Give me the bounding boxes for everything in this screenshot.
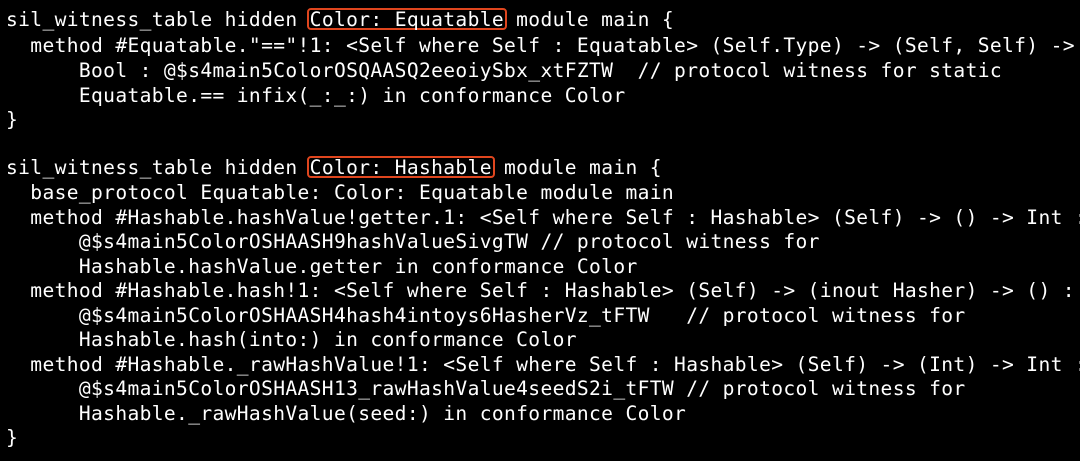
code-text: sil_witness_table hidden [6, 8, 310, 31]
code-line-3: Bool : @$s4main5ColorOSQAASQ2eeoiySbx_xt… [6, 59, 1003, 82]
code-line-10: @$s4main5ColorOSHAASH9hashValueSivgTW //… [6, 230, 820, 253]
code-line-17: Hashable._rawHashValue(seed:) in conform… [6, 402, 687, 425]
code-line-16: @$s4main5ColorOSHAASH13_rawHashValue4see… [6, 377, 966, 400]
code-text: module main { [491, 156, 662, 179]
code-line-5: } [6, 108, 19, 131]
code-line-9: method #Hashable.hashValue!getter.1: <Se… [6, 206, 1080, 229]
code-line-11: Hashable.hashValue.getter in conformance… [6, 255, 638, 278]
highlight-box-equatable: Color: Equatable [306, 8, 508, 30]
code-line-13: @$s4main5ColorOSHAASH4hash4intoys6Hasher… [6, 304, 966, 327]
code-line-12: method #Hashable.hash!1: <Self where Sel… [6, 279, 1075, 302]
terminal-output: sil_witness_table hidden Color: Equatabl… [0, 0, 1080, 461]
code-line-18: } [6, 426, 19, 449]
code-line-14: Hashable.hash(into:) in conformance Colo… [6, 328, 577, 351]
code-line-1: sil_witness_table hidden Color: Equatabl… [6, 8, 674, 32]
code-line-7: sil_witness_table hidden Color: Hashable… [6, 156, 662, 180]
code-text: module main { [504, 8, 675, 31]
code-line-4: Equatable.== infix(_:_:) in conformance … [6, 84, 626, 107]
code-text: sil_witness_table hidden [6, 156, 310, 179]
code-line-8: base_protocol Equatable: Color: Equatabl… [6, 181, 675, 204]
code-line-2: method #Equatable."=="!1: <Self where Se… [6, 34, 1075, 57]
code-line-15: method #Hashable._rawHashValue!1: <Self … [6, 353, 1080, 376]
highlight-box-hashable: Color: Hashable [306, 156, 495, 178]
